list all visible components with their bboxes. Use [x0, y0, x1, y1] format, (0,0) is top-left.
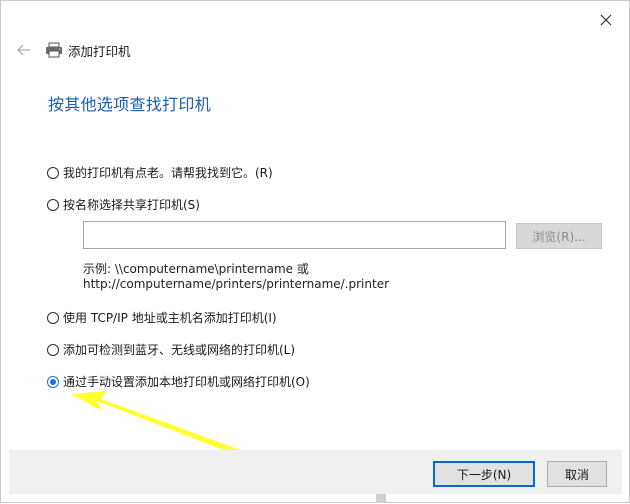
- back-arrow-icon[interactable]: [15, 41, 33, 59]
- radio-button-selected[interactable]: [47, 375, 59, 388]
- cancel-button[interactable]: 取消: [547, 461, 607, 487]
- option-shared-printer-by-name[interactable]: 按名称选择共享打印机(S): [47, 196, 200, 213]
- page-heading: 按其他选项查找打印机: [48, 95, 212, 114]
- option-old-printer[interactable]: 我的打印机有点老。请帮我找到它。(R): [47, 164, 273, 181]
- browse-button[interactable]: 浏览(R)...: [516, 223, 602, 249]
- example-hint-line-1: 示例: \\computername\printername 或: [83, 262, 309, 276]
- option-bluetooth-wireless-network[interactable]: 添加可检测到蓝牙、无线或网络的打印机(L): [47, 341, 295, 358]
- radio-button[interactable]: [47, 166, 59, 179]
- option-label: 通过手动设置添加本地打印机或网络打印机(O): [63, 375, 310, 389]
- option-label: 使用 TCP/IP 地址或主机名添加打印机(I): [63, 311, 277, 325]
- annotation-arrow: [71, 391, 243, 456]
- option-label: 按名称选择共享打印机(S): [63, 198, 200, 212]
- shared-printer-name-input[interactable]: [83, 221, 506, 249]
- radio-button[interactable]: [47, 343, 59, 356]
- add-printer-dialog: 添加打印机 按其他选项查找打印机 我的打印机有点老。请帮我找到它。(R) 按名称…: [0, 0, 630, 503]
- option-label: 添加可检测到蓝牙、无线或网络的打印机(L): [63, 343, 296, 357]
- next-button[interactable]: 下一步(N): [433, 461, 535, 487]
- scrollbar-fragment: [376, 494, 386, 503]
- option-tcp-ip[interactable]: 使用 TCP/IP 地址或主机名添加打印机(I): [47, 309, 277, 326]
- option-label: 我的打印机有点老。请帮我找到它。(R): [63, 166, 273, 180]
- radio-button[interactable]: [47, 311, 59, 324]
- window-title: 添加打印机: [68, 44, 131, 59]
- close-icon[interactable]: [593, 7, 619, 33]
- option-manual-local-or-network[interactable]: 通过手动设置添加本地打印机或网络打印机(O): [47, 373, 310, 390]
- example-hint-line-2: http://computername/printers/printername…: [83, 277, 390, 291]
- radio-button[interactable]: [47, 198, 59, 211]
- printer-icon: [46, 42, 62, 58]
- navigation-bar: [15, 39, 33, 61]
